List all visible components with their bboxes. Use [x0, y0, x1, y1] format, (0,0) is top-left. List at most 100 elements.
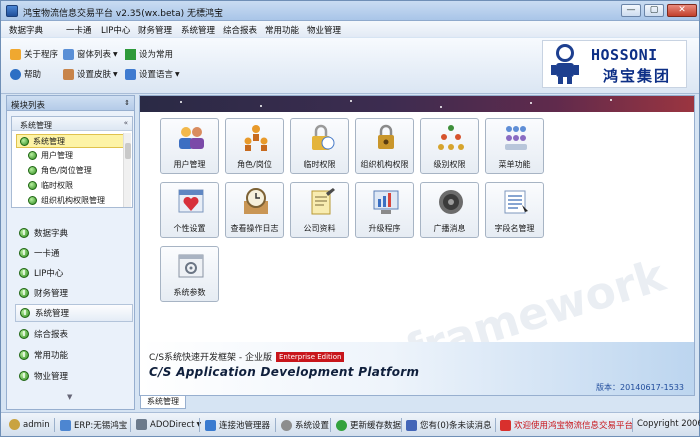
tab-system-management[interactable]: 系统管理	[140, 396, 186, 409]
tile-field-names[interactable]: 字段名管理	[485, 182, 544, 238]
nav-system[interactable]: 系统管理	[15, 304, 133, 322]
nav-lip[interactable]: LIP中心	[15, 264, 133, 282]
submenu-root-selected[interactable]: 系统管理	[16, 134, 126, 148]
scroll-thumb[interactable]	[125, 143, 131, 159]
nav-label: 财务管理	[34, 289, 69, 299]
tile-company-info[interactable]: 公司资料	[290, 182, 349, 238]
set-common-button[interactable]: 设为常用	[125, 47, 173, 61]
footer-title: C/S系统快速开发框架 - 企业版 Enterprise Edition	[149, 350, 345, 363]
tile-personal-settings[interactable]: 个性设置	[160, 182, 219, 238]
menu-common[interactable]: 常用功能	[265, 24, 299, 36]
tile-label: 升级程序	[368, 224, 401, 233]
computer-icon	[60, 419, 71, 431]
module-icon	[28, 196, 37, 205]
submenu-title: 系统管理	[20, 121, 52, 130]
tile-label: 级别权限	[433, 160, 466, 169]
status-pool-manager[interactable]: 连接池管理器	[205, 419, 270, 431]
nav-label: 系统管理	[35, 309, 70, 319]
tile-upgrade[interactable]: 升级程序	[355, 182, 414, 238]
status-copyright: Copyright 2006	[637, 419, 700, 429]
tab-bar: 系统管理	[139, 396, 695, 409]
submenu-header[interactable]: 系统管理 «	[12, 117, 132, 131]
robot-icon	[551, 44, 579, 84]
window-list-button[interactable]: 窗体列表 ▼	[63, 47, 118, 61]
collapse-icon[interactable]: «	[124, 119, 128, 127]
module-icon	[19, 268, 29, 278]
nav-common[interactable]: 常用功能	[15, 346, 133, 364]
footer-banner: C/S系统快速开发框架 - 企业版 Enterprise Edition C/S…	[140, 342, 694, 395]
language-label: 设置语言	[139, 70, 174, 80]
status-ado-text: ADODirect	[150, 419, 195, 430]
tile-level-permission[interactable]: 级别权限	[420, 118, 479, 174]
submenu-item-user[interactable]: 用户管理	[28, 149, 73, 162]
tile-temp-permission[interactable]: 临时权限	[290, 118, 349, 174]
tile-org-permission[interactable]: 组织机构权限	[355, 118, 414, 174]
refresh-icon	[336, 419, 347, 431]
database-icon	[136, 419, 147, 430]
submenu-item-label: 组织机构权限管理	[41, 196, 105, 205]
help-button[interactable]: 帮助	[10, 67, 41, 81]
menu-data-dict[interactable]: 数据字典	[9, 24, 43, 36]
house-icon	[10, 48, 21, 60]
info-icon	[500, 419, 511, 431]
nav-label: 一卡通	[34, 249, 60, 259]
tile-menu-functions[interactable]: 菜单功能	[485, 118, 544, 174]
tile-label: 用户管理	[173, 160, 206, 169]
module-panel-title: 模块列表	[11, 101, 46, 111]
tile-broadcast[interactable]: 广播消息	[420, 182, 479, 238]
nav-label: 综合报表	[34, 330, 69, 340]
tile-view-log[interactable]: 查看操作日志	[225, 182, 284, 238]
gear-icon	[281, 419, 292, 431]
menu-lip[interactable]: LIP中心	[101, 24, 130, 36]
nav-reports[interactable]: 综合报表	[15, 325, 133, 343]
submenu-scrollbar[interactable]	[123, 133, 131, 207]
nav-data-dict[interactable]: 数据字典	[15, 224, 133, 242]
module-icon	[28, 166, 37, 175]
minimize-button[interactable]: —	[621, 4, 641, 17]
tile-system-parameters[interactable]: 系统参数	[160, 246, 219, 302]
menu-reports[interactable]: 综合报表	[223, 24, 257, 36]
flag-icon	[125, 48, 136, 60]
menu-card[interactable]: 一卡通	[66, 24, 92, 36]
submenu-item-role[interactable]: 角色/岗位管理	[28, 164, 92, 177]
tile-role[interactable]: 角色/岗位	[225, 118, 284, 174]
nav-finance[interactable]: 财务管理	[15, 284, 133, 302]
submenu-item-temp[interactable]: 临时权限	[28, 179, 73, 192]
upgrade-tools-icon	[373, 190, 399, 214]
menu-property[interactable]: 物业管理	[307, 24, 341, 36]
edition-badge: Enterprise Edition	[276, 351, 345, 362]
language-button[interactable]: 设置语言 ▼	[125, 67, 180, 81]
nav-property[interactable]: 物业管理	[15, 367, 133, 385]
tile-label: 公司资料	[303, 224, 336, 233]
users-icon	[179, 127, 204, 149]
tile-user-management[interactable]: 用户管理	[160, 118, 219, 174]
notepad-icon	[311, 188, 335, 215]
nav-card[interactable]: 一卡通	[15, 244, 133, 262]
tile-label: 角色/岗位	[237, 160, 272, 169]
submenu-item-org[interactable]: 组织机构权限管理	[28, 194, 105, 207]
close-button[interactable]: ✕	[667, 4, 697, 17]
window-title: 鸿宝物流信息交易平台 v2.35(wx.beta) 无標鸿宝	[23, 9, 223, 19]
status-user: admin	[9, 419, 50, 430]
submenu-item-label: 用户管理	[41, 151, 73, 160]
status-ado[interactable]: ADODirect▼	[136, 419, 201, 430]
module-panel: 模块列表 ⇕ 系统管理 « 系统管理 用户管理 角色/岗位管理 临时权限 组织机…	[6, 95, 135, 410]
lock-clock-icon	[312, 124, 335, 150]
window-list-label: 窗体列表	[77, 50, 112, 60]
scroll-down-icon[interactable]: ▼	[67, 393, 72, 401]
status-messages[interactable]: 您有(0)条未读消息	[406, 419, 492, 431]
status-user-text: admin	[23, 419, 50, 430]
maximize-button[interactable]: ▢	[644, 4, 664, 17]
app-window: 鸿宝物流信息交易平台 v2.35(wx.beta) 无標鸿宝 — ▢ ✕ 数据字…	[0, 0, 700, 437]
pin-icon[interactable]: ⇕	[124, 99, 130, 107]
about-button[interactable]: 关于程序	[10, 47, 58, 61]
skin-button[interactable]: 设置皮肤 ▼	[63, 67, 118, 81]
menu-system[interactable]: 系统管理	[181, 24, 215, 36]
menu-finance[interactable]: 财务管理	[138, 24, 172, 36]
submenu-item-label: 角色/岗位管理	[41, 166, 92, 175]
status-system-settings[interactable]: 系统设置	[281, 419, 329, 431]
status-refresh-cache[interactable]: 更新缓存数据	[336, 419, 401, 431]
chevron-down-icon: ▼	[175, 70, 180, 78]
tile-label: 菜单功能	[498, 160, 531, 169]
message-icon	[406, 419, 417, 431]
